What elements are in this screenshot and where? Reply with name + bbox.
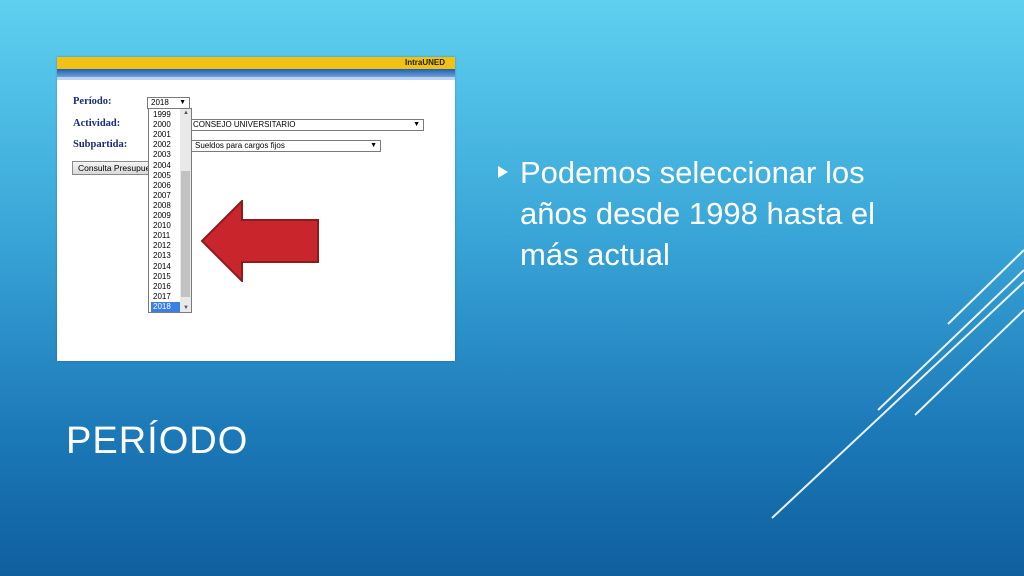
header-stripe [57,69,455,77]
actividad-select-value: CONSEJO UNIVERSITARIO [193,120,296,129]
periodo-label: Período: [73,96,112,107]
consulta-button[interactable]: Consulta Presupuesto [72,161,151,175]
red-arrow-icon [200,200,319,282]
year-option[interactable]: 2010 [151,221,180,231]
intrauned-brand: IntraUNED [404,58,445,67]
year-option[interactable]: 2003 [151,150,180,160]
actividad-label: Actividad: [73,118,121,129]
year-option[interactable]: 2008 [151,201,180,211]
year-option[interactable]: 2006 [151,181,180,191]
year-option[interactable]: 2015 [151,272,180,282]
year-option[interactable]: 2017 [151,292,180,302]
scrollbar-thumb[interactable] [181,171,190,297]
year-option[interactable]: 2002 [151,140,180,150]
subpartida-select-value: Sueldos para cargos fijos [195,141,285,150]
subpartida-select[interactable]: Sueldos para cargos fijos ▼ [191,140,381,152]
periodo-select-value: 2018 [151,98,169,107]
bullet-text: Podemos seleccionar los años desde 1998 … [520,155,876,272]
year-option[interactable]: 2011 [151,231,180,241]
year-option[interactable]: 2016 [151,282,180,292]
year-option[interactable]: 2004 [151,161,180,171]
year-option[interactable]: 2005 [151,171,180,181]
intrauned-header: IntraUNED [57,57,455,69]
year-option[interactable]: 2000 [151,120,180,130]
chevron-down-icon: ▼ [370,142,377,149]
year-option[interactable]: 2012 [151,241,180,251]
chevron-down-icon: ▼ [413,121,420,128]
year-option[interactable]: 2013 [151,251,180,261]
bullet-triangle-icon [498,166,508,178]
year-option[interactable]: 2018 [151,301,180,312]
year-option[interactable]: 1999 [151,110,180,120]
subpartida-label: Subpartida: [73,139,128,150]
header-stripe-light [57,77,455,80]
chevron-down-icon: ▼ [179,99,186,106]
year-option[interactable]: 2001 [151,130,180,140]
slide-title: PERÍODO [66,420,249,462]
year-option[interactable]: 2014 [151,262,180,272]
year-option[interactable]: 2007 [151,191,180,201]
year-option[interactable]: 2009 [151,211,180,221]
year-dropdown-list[interactable]: ▲ ▼ 1999 2000 2001 2002 2003 2004 2005 2006 2007… [148,108,192,313]
scroll-down-icon[interactable]: ▼ [183,305,189,311]
scroll-up-icon[interactable]: ▲ [183,110,189,116]
actividad-select[interactable]: CONSEJO UNIVERSITARIO ▼ [189,119,424,131]
